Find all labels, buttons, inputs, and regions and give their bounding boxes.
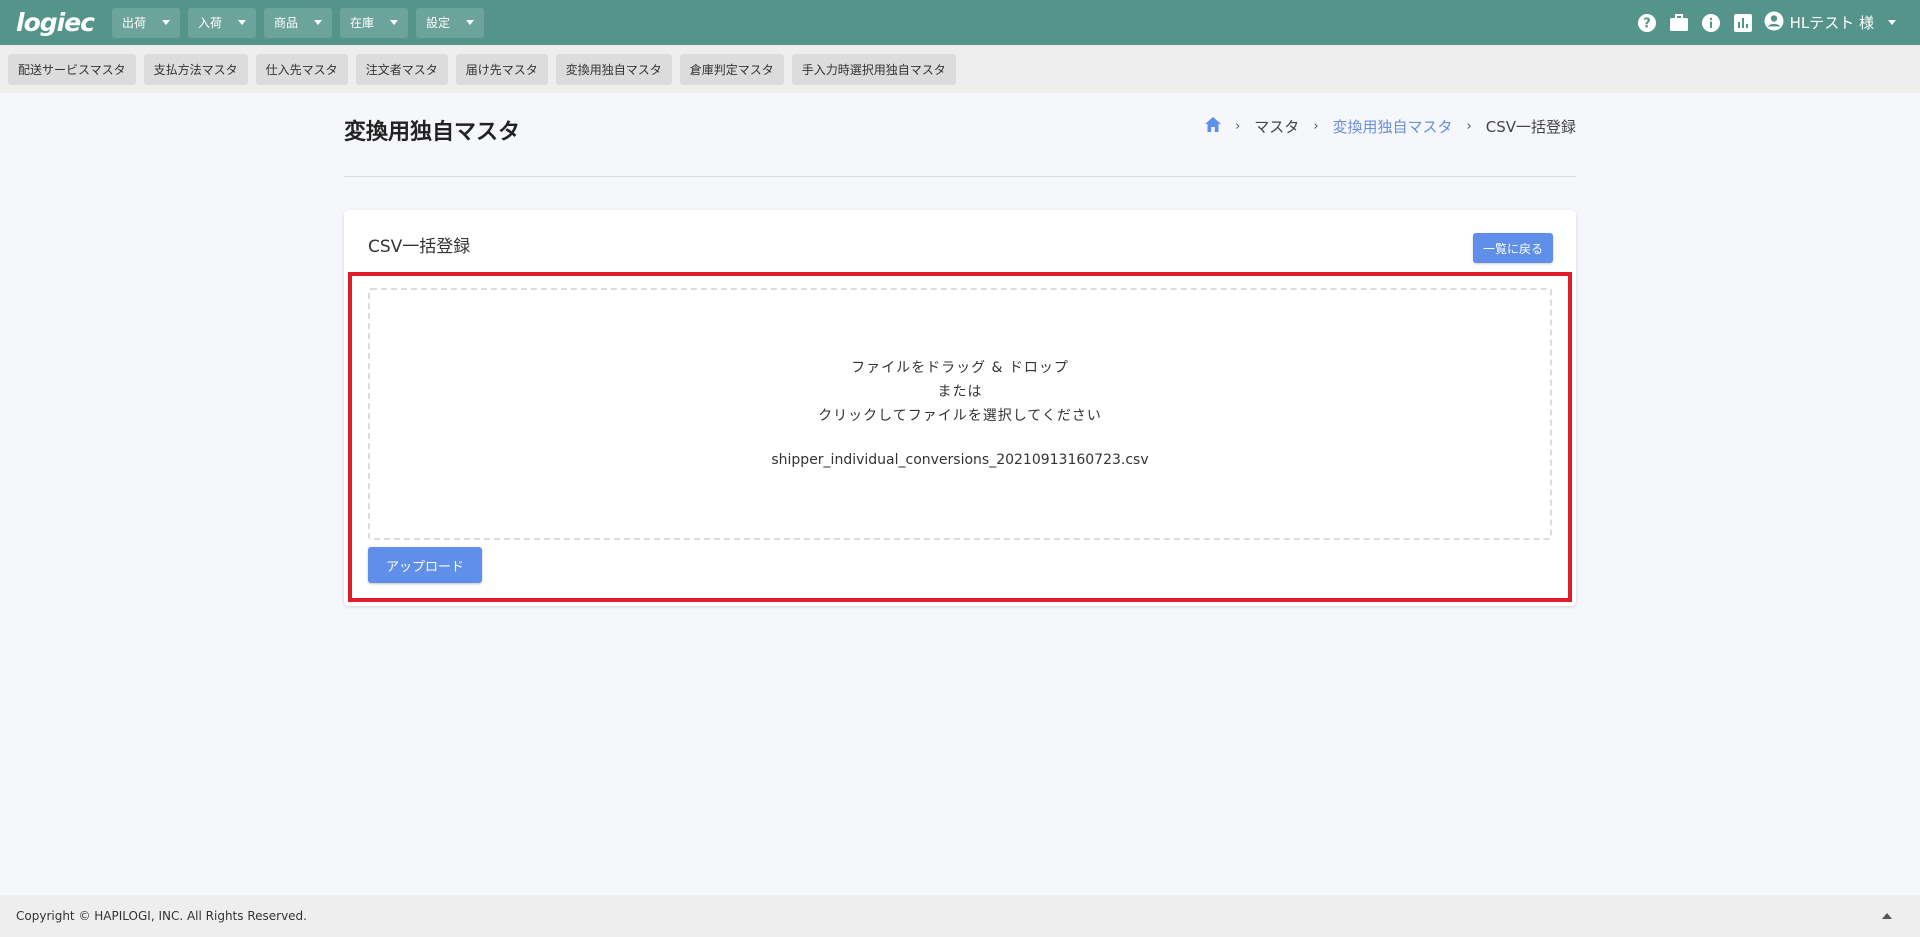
- master-subnav: 配送サービスマスタ 支払方法マスタ 仕入先マスタ 注文者マスタ 届け先マスタ 変…: [0, 45, 1920, 93]
- dropzone-line-2: または: [937, 384, 983, 400]
- menu-inventory-label: 在庫: [350, 16, 375, 30]
- briefcase-icon[interactable]: [1668, 12, 1690, 34]
- menu-settings-label: 設定: [426, 16, 451, 30]
- chevron-down-icon: [390, 20, 399, 25]
- dropzone-instructions: ファイルをドラッグ & ドロップ または クリックしてファイルを選択してください: [370, 356, 1550, 428]
- footer: Copyright © HAPILOGI, INC. All Rights Re…: [0, 895, 1920, 937]
- subnav-supplier-master[interactable]: 仕入先マスタ: [255, 53, 348, 85]
- selected-file-name: shipper_individual_conversions_202109131…: [771, 452, 1149, 468]
- menu-products-label: 商品: [274, 16, 299, 30]
- page-title: 変換用独自マスタ: [344, 120, 521, 145]
- copyright-text: Copyright © HAPILOGI, INC. All Rights Re…: [16, 909, 307, 923]
- menu-inventory[interactable]: 在庫: [340, 7, 409, 38]
- breadcrumb: › マスタ › 変換用独自マスタ › CSV一括登録: [1205, 116, 1576, 137]
- help-icon[interactable]: ?: [1636, 12, 1658, 34]
- user-name-label: HLテスト 様: [1789, 14, 1874, 32]
- chevron-down-icon: [466, 20, 475, 25]
- menu-shipping[interactable]: 出荷: [111, 7, 180, 38]
- chevron-right-icon: ›: [1235, 119, 1241, 134]
- header-divider: [344, 176, 1576, 177]
- menu-receiving[interactable]: 入荷: [188, 7, 257, 38]
- card-title: CSV一括登録: [368, 237, 471, 257]
- breadcrumb-master: マスタ: [1254, 118, 1300, 136]
- subnav-payment-method-master[interactable]: 支払方法マスタ: [143, 53, 248, 85]
- top-navbar: logiec 出荷 入荷 商品 在庫 設定 ? HLテスト 様: [0, 0, 1920, 45]
- breadcrumb-current: CSV一括登録: [1485, 118, 1576, 136]
- chevron-down-icon: [162, 20, 170, 25]
- menu-settings[interactable]: 設定: [416, 7, 485, 38]
- upload-button[interactable]: アップロード: [368, 547, 483, 583]
- subnav-manual-selection-master[interactable]: 手入力時選択用独自マスタ: [791, 53, 956, 85]
- chevron-right-icon: ›: [1466, 119, 1472, 134]
- menu-shipping-label: 出荷: [121, 16, 146, 30]
- chevron-right-icon: ›: [1313, 119, 1319, 134]
- subnav-recipient-master[interactable]: 届け先マスタ: [455, 53, 548, 85]
- subnav-delivery-service-master[interactable]: 配送サービスマスタ: [8, 53, 136, 85]
- subnav-warehouse-rule-master[interactable]: 倉庫判定マスタ: [679, 53, 784, 85]
- svg-text:?: ?: [1643, 16, 1651, 31]
- dropzone-line-1: ファイルをドラッグ & ドロップ: [851, 360, 1069, 376]
- topbar-actions: ? HLテスト 様: [1636, 11, 1896, 35]
- scroll-top-icon[interactable]: [1882, 913, 1892, 919]
- home-icon[interactable]: [1205, 117, 1222, 136]
- user-menu[interactable]: HLテスト 様: [1764, 11, 1896, 35]
- subnav-orderer-master[interactable]: 注文者マスタ: [355, 53, 448, 85]
- file-dropzone[interactable]: ファイルをドラッグ & ドロップ または クリックしてファイルを選択してください…: [368, 288, 1552, 540]
- breadcrumb-conversion-master-link[interactable]: 変換用独自マスタ: [1333, 116, 1453, 137]
- back-to-list-button[interactable]: 一覧に戻る: [1472, 233, 1553, 263]
- chevron-down-icon: [238, 20, 247, 25]
- menu-products[interactable]: 商品: [264, 7, 333, 38]
- logo[interactable]: logiec: [16, 8, 95, 37]
- csv-upload-card: CSV一括登録 一覧に戻る ファイルをドラッグ & ドロップ または クリックし…: [344, 210, 1576, 606]
- chevron-down-icon: [1888, 20, 1896, 25]
- menu-receiving-label: 入荷: [198, 16, 223, 30]
- chevron-down-icon: [314, 20, 323, 25]
- account-icon: [1764, 11, 1784, 35]
- chart-icon[interactable]: [1732, 12, 1754, 34]
- dropzone-line-3: クリックしてファイルを選択してください: [818, 408, 1102, 424]
- info-icon[interactable]: [1700, 12, 1722, 34]
- subnav-conversion-master[interactable]: 変換用独自マスタ: [555, 53, 672, 85]
